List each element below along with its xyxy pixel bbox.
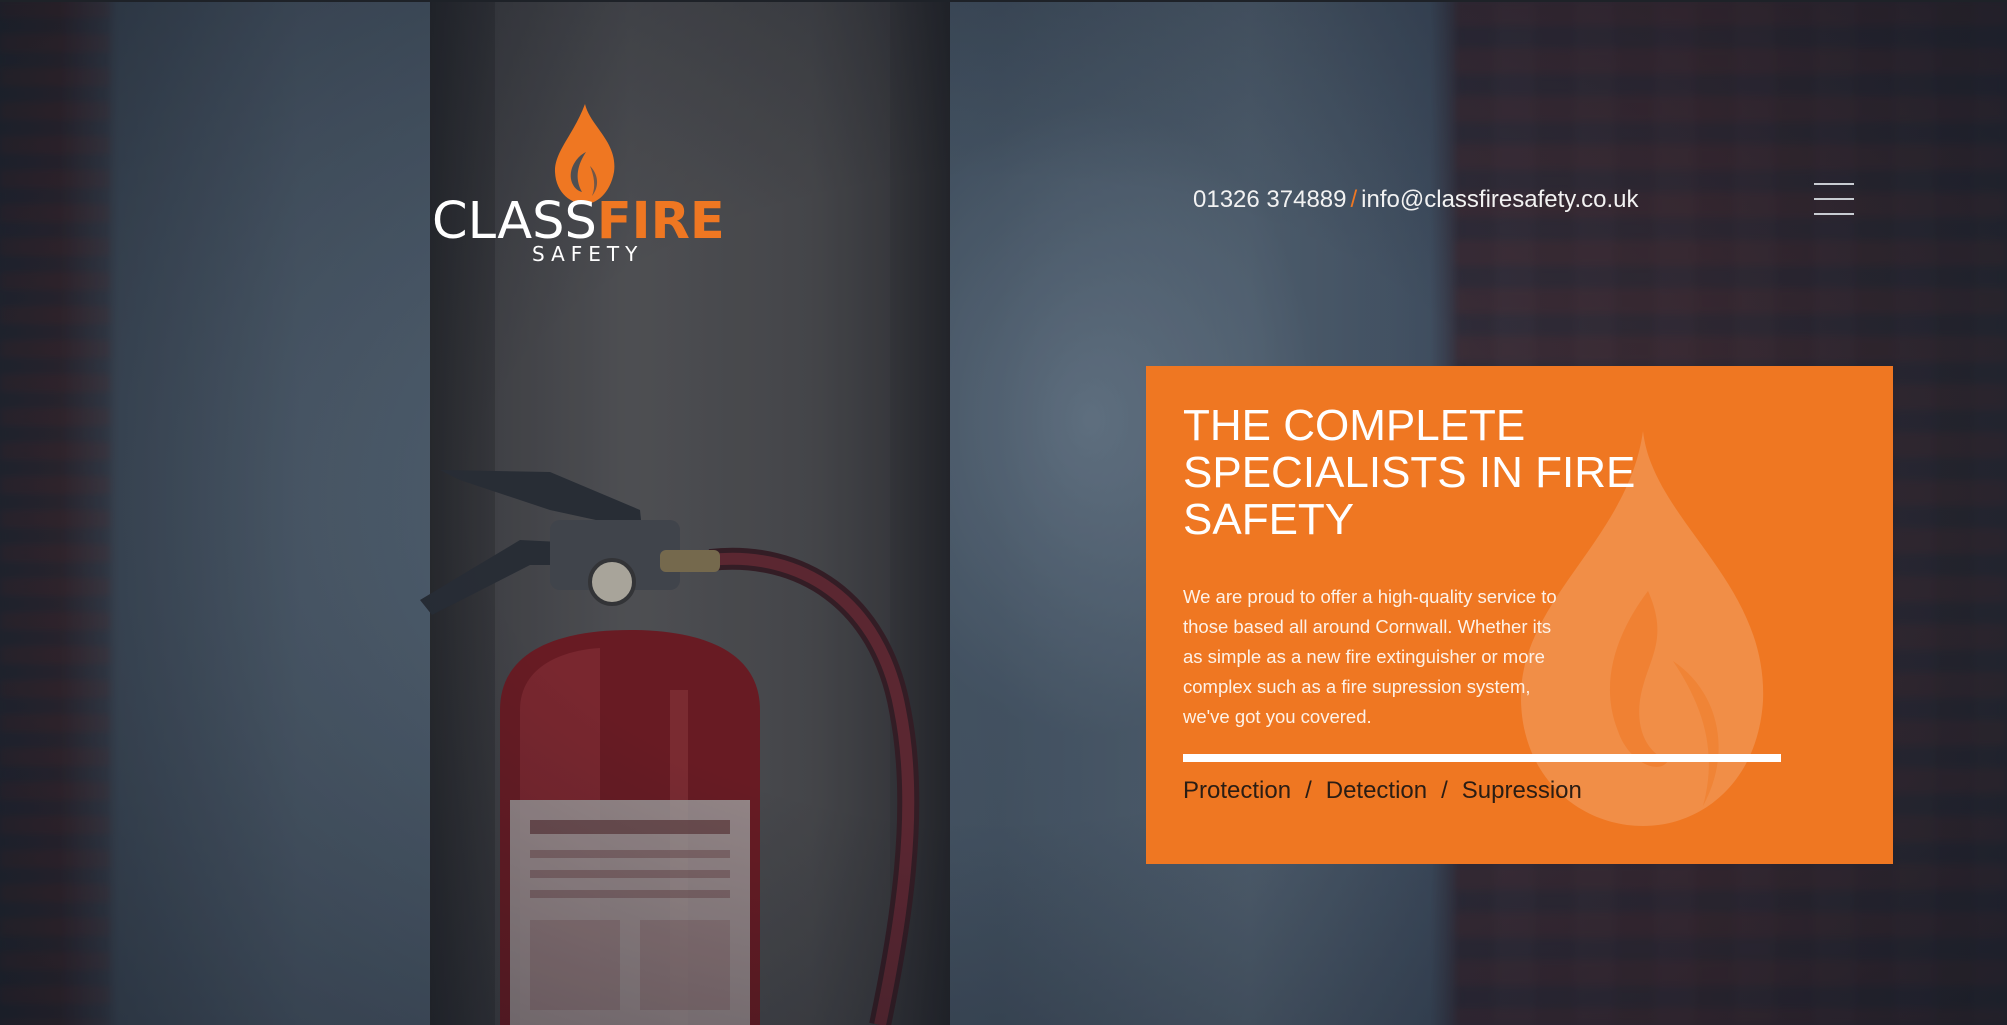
menu-bar-middle (1814, 198, 1854, 200)
email-link[interactable]: info@classfiresafety.co.uk (1361, 186, 1638, 213)
logo-flame-icon (554, 104, 615, 204)
site-logo[interactable]: CLASSFIRE SAFETY (432, 104, 752, 266)
menu-bar-bottom (1814, 213, 1854, 215)
services-separator: / (1305, 777, 1312, 804)
hero-info-panel: THE COMPLETE SPECIALISTS IN FIRE SAFETY … (1146, 366, 1893, 864)
service-detection: Detection (1325, 777, 1428, 804)
services-list: Protection / Detection / Supression (1183, 777, 1582, 805)
header-contact: 01326 374889/info@classfiresafety.co.uk (1193, 186, 1639, 214)
hamburger-menu-icon[interactable] (1814, 183, 1854, 217)
contact-separator: / (1350, 186, 1358, 213)
panel-title: THE COMPLETE SPECIALISTS IN FIRE SAFETY (1183, 401, 1636, 544)
phone-link[interactable]: 01326 374889 (1193, 186, 1347, 213)
panel-description: We are proud to offer a high-quality ser… (1183, 586, 1557, 727)
hero-section: CLASSFIRE SAFETY 01326 374889/info@class… (0, 0, 2007, 1025)
service-supression: Supression (1461, 777, 1582, 804)
panel-divider (1183, 754, 1781, 762)
service-protection: Protection (1183, 777, 1292, 804)
top-border (0, 0, 2007, 2)
services-separator: / (1441, 777, 1448, 804)
menu-bar-top (1814, 183, 1854, 185)
logo-subtitle: SAFETY (532, 242, 644, 266)
